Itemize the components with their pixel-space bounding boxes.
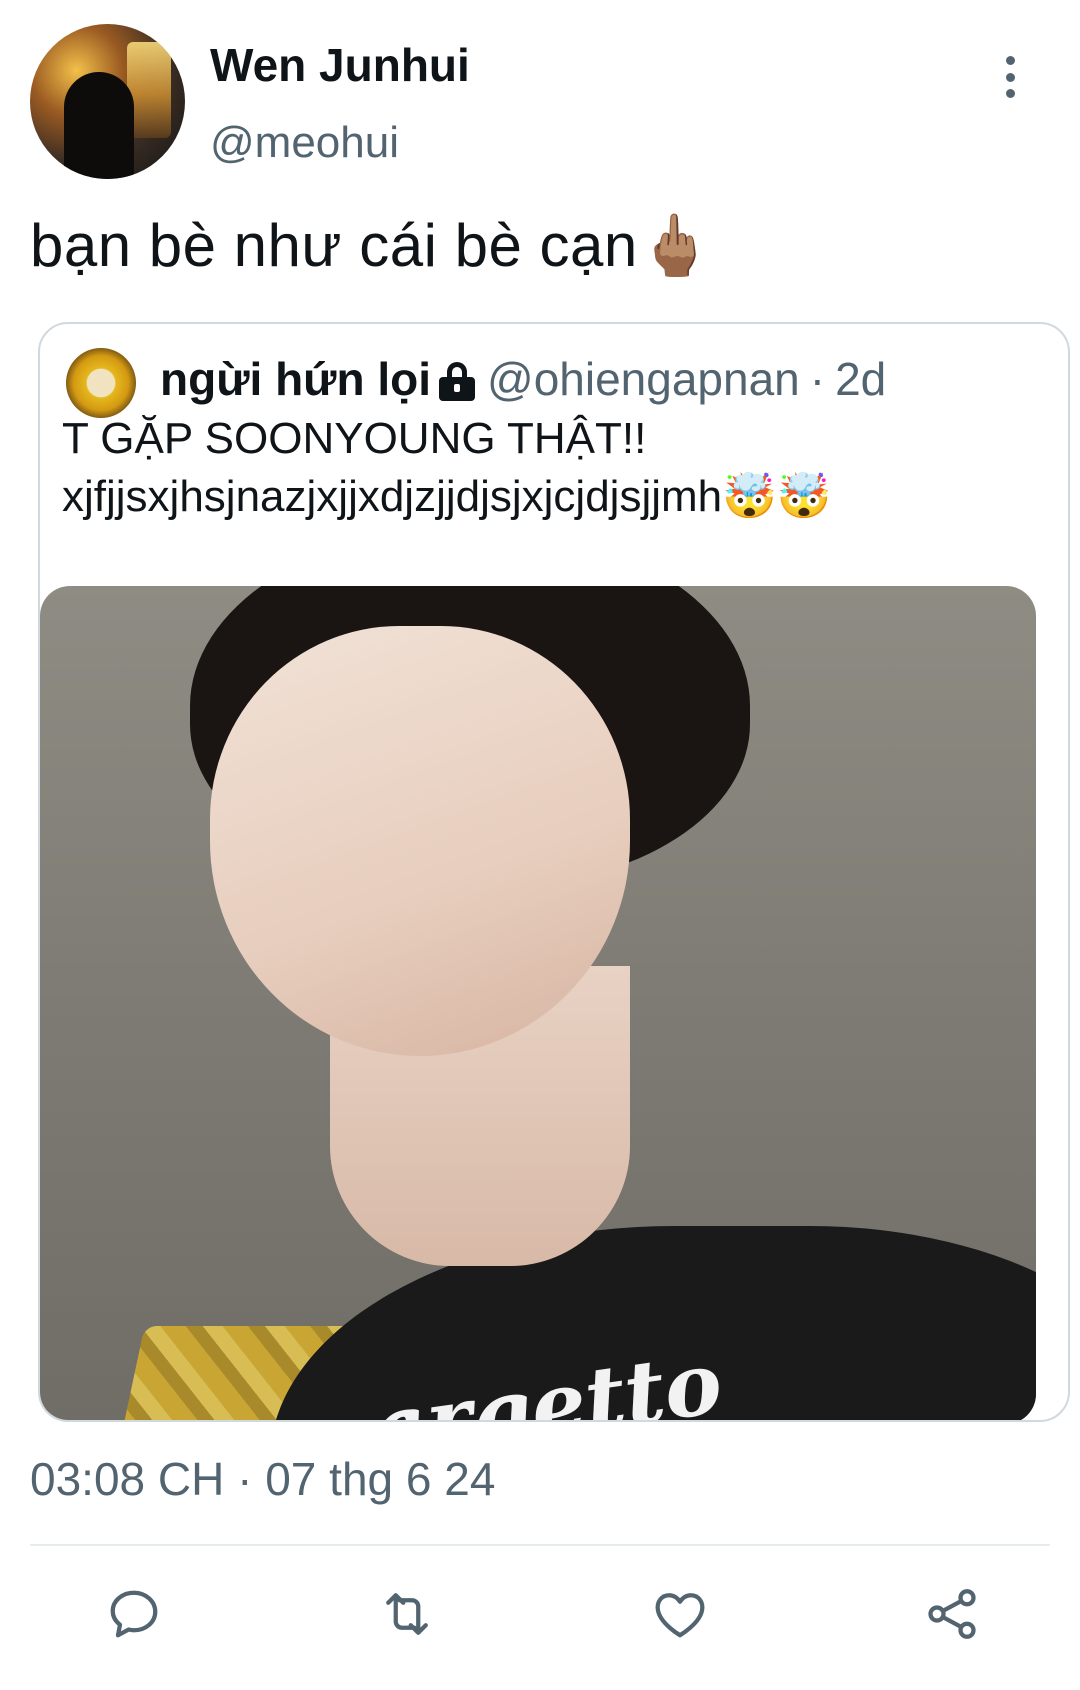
reply-button[interactable] <box>102 1582 166 1646</box>
share-icon <box>928 1589 976 1639</box>
quoted-author-name: ngừi hứn lọi <box>160 353 432 405</box>
author-handle[interactable]: @meohui <box>210 118 399 168</box>
quoted-author-handle: @ohiengapnan <box>487 353 800 405</box>
tweet-timestamp[interactable]: 03:08 CH · 07 thg 6 24 <box>30 1452 495 1506</box>
quoted-tweet-line-2: xjfjjsxjhsjnazjxjjxdjzjjdjsjxjcjdjsjjmh🤯… <box>62 472 832 521</box>
tweet-detail: Wen Junhui @meohui bạn bè như cái bè cạn… <box>0 0 1080 1690</box>
quoted-author-avatar <box>66 348 136 418</box>
quoted-separator: · <box>809 353 826 405</box>
retweet-button[interactable] <box>375 1582 439 1646</box>
divider <box>30 1544 1050 1546</box>
lock-icon <box>439 362 476 401</box>
quoted-tweet-age: 2d <box>835 353 887 405</box>
more-dot <box>1005 72 1015 82</box>
heart-icon <box>655 1593 705 1638</box>
more-options-button[interactable] <box>990 52 1030 102</box>
quoted-tweet-header: ngừi hứn lọi @ohiengapnan · 2d <box>160 352 886 406</box>
quoted-tweet-photo[interactable]: argetto <box>40 586 1036 1420</box>
more-dot <box>1005 89 1015 98</box>
author-avatar[interactable] <box>30 24 185 179</box>
tweet-text: bạn bè như cái bè cạn🖕🏽 <box>30 212 713 279</box>
more-vertical-icon <box>1005 56 1015 65</box>
share-button[interactable] <box>920 1582 984 1646</box>
like-button[interactable] <box>648 1582 712 1646</box>
author-display-name[interactable]: Wen Junhui <box>210 38 470 92</box>
photo-face <box>210 626 630 1056</box>
quoted-tweet-line-1: T GẶP SOONYOUNG THẬT!! <box>62 414 647 463</box>
quoted-tweet-card[interactable]: ngừi hứn lọi @ohiengapnan · 2d T GẶP SOO… <box>38 322 1070 1422</box>
avatar-person <box>64 72 134 179</box>
retweet-icon <box>386 1593 428 1635</box>
quoted-tweet-text: T GẶP SOONYOUNG THẬT!! xjfjjsxjhsjnazjxj… <box>62 410 832 526</box>
comment-icon <box>110 1590 158 1638</box>
